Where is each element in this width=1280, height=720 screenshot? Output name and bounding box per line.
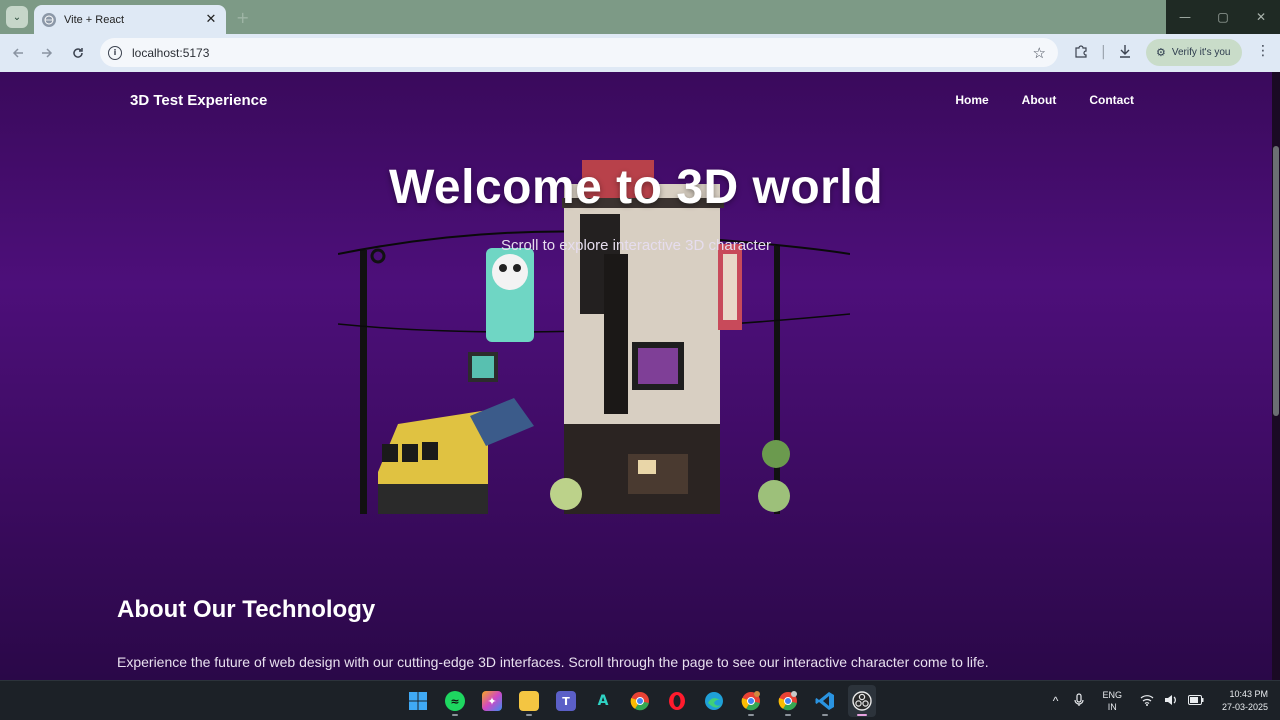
puzzle-icon[interactable]: [1074, 44, 1088, 62]
about-section-text: Experience the future of web design with…: [117, 654, 989, 670]
tab-search-button[interactable]: ⌄: [6, 6, 28, 28]
chrome-icon[interactable]: [626, 685, 654, 717]
site-nav: Home About Contact: [955, 93, 1134, 107]
close-tab-icon[interactable]: ✕: [204, 12, 218, 27]
autodesk-icon[interactable]: A: [589, 685, 617, 717]
download-icon[interactable]: [1118, 44, 1132, 62]
forward-button[interactable]: [37, 43, 57, 63]
verify-profile-button[interactable]: ⚙ Verify it's you: [1146, 39, 1242, 66]
scrollbar-thumb[interactable]: [1273, 146, 1279, 416]
reload-button[interactable]: [68, 43, 88, 63]
address-bar[interactable]: i localhost:5173 ☆: [100, 38, 1058, 67]
chrome-profile-icon[interactable]: [737, 685, 765, 717]
chrome-profile-2-icon[interactable]: [774, 685, 802, 717]
window-controls: — ▢ ✕: [1166, 0, 1280, 34]
browser-tabstrip: ⌄ Vite + React ✕ + — ▢ ✕: [0, 0, 1280, 34]
clock-time: 10:43 PM: [1229, 689, 1268, 699]
reload-icon: [73, 48, 83, 58]
lang-bottom: IN: [1107, 702, 1117, 712]
wifi-icon[interactable]: [1140, 694, 1154, 709]
new-tab-button[interactable]: +: [236, 8, 249, 27]
vscode-icon[interactable]: [811, 685, 839, 717]
hero-subtitle: Scroll to explore interactive 3D charact…: [500, 237, 772, 254]
globe-icon: [42, 12, 56, 27]
lang-top: ENG: [1102, 690, 1122, 700]
clock-date: 27-03-2025: [1221, 702, 1268, 712]
page-viewport[interactable]: 3D Test Experience Home About Contact We…: [0, 72, 1280, 680]
edge-icon[interactable]: [700, 685, 728, 717]
windows-start-icon[interactable]: [404, 685, 432, 717]
tab-title: Vite + React: [64, 13, 125, 26]
verify-label: Verify it's you: [1171, 47, 1231, 58]
maximize-button[interactable]: ▢: [1204, 0, 1242, 34]
star-icon[interactable]: ☆: [1033, 44, 1046, 62]
toolbar-divider: |: [1101, 44, 1106, 60]
site-brand[interactable]: 3D Test Experience: [130, 92, 267, 109]
taskbar-clock[interactable]: 10:43 PM 27-03-2025: [1222, 688, 1268, 714]
copilot-icon[interactable]: ✦: [478, 685, 506, 717]
browser-tab-active[interactable]: Vite + React ✕: [34, 5, 226, 34]
close-window-button[interactable]: ✕: [1242, 0, 1280, 34]
browser-toolbar: i localhost:5173 ☆ | ⚙ Verify it's you ⋮: [0, 34, 1280, 72]
system-tray: ^ ENG IN 10:43 PM 27-03-2025: [1045, 681, 1268, 720]
minimize-button[interactable]: —: [1166, 0, 1204, 34]
taskbar-apps: ≈ ✦ T A: [404, 685, 876, 717]
language-indicator[interactable]: ENG IN: [1102, 689, 1122, 713]
about-section-title: About Our Technology: [117, 596, 376, 623]
spotify-icon[interactable]: ≈: [441, 685, 469, 717]
arrow-right-icon: [42, 48, 53, 58]
opera-icon[interactable]: [663, 685, 691, 717]
teams-icon[interactable]: T: [552, 685, 580, 717]
battery-icon[interactable]: [1187, 694, 1204, 708]
nav-about[interactable]: About: [1022, 93, 1057, 107]
file-explorer-icon[interactable]: [515, 685, 543, 717]
obs-icon[interactable]: [848, 685, 876, 717]
chevron-down-icon: ⌄: [12, 11, 22, 23]
speaker-icon[interactable]: [1164, 694, 1178, 709]
fingerprint-icon: ⚙: [1156, 47, 1166, 59]
nav-home[interactable]: Home: [955, 93, 988, 107]
nav-contact[interactable]: Contact: [1089, 93, 1134, 107]
back-button[interactable]: [8, 43, 28, 63]
chevron-up-icon[interactable]: ^: [1053, 694, 1059, 708]
site-info-icon[interactable]: i: [108, 45, 122, 60]
more-vertical-icon[interactable]: ⋮: [1256, 43, 1270, 59]
arrow-left-icon: [12, 48, 23, 58]
page-scrollbar[interactable]: [1272, 72, 1280, 680]
url-text[interactable]: localhost:5173: [132, 46, 209, 60]
windows-taskbar: ≈ ✦ T A ^ ENG IN 10:43 PM 27-03-2025: [0, 680, 1280, 720]
hero-title: Welcome to 3D world: [388, 161, 884, 214]
microphone-icon[interactable]: [1074, 692, 1085, 710]
